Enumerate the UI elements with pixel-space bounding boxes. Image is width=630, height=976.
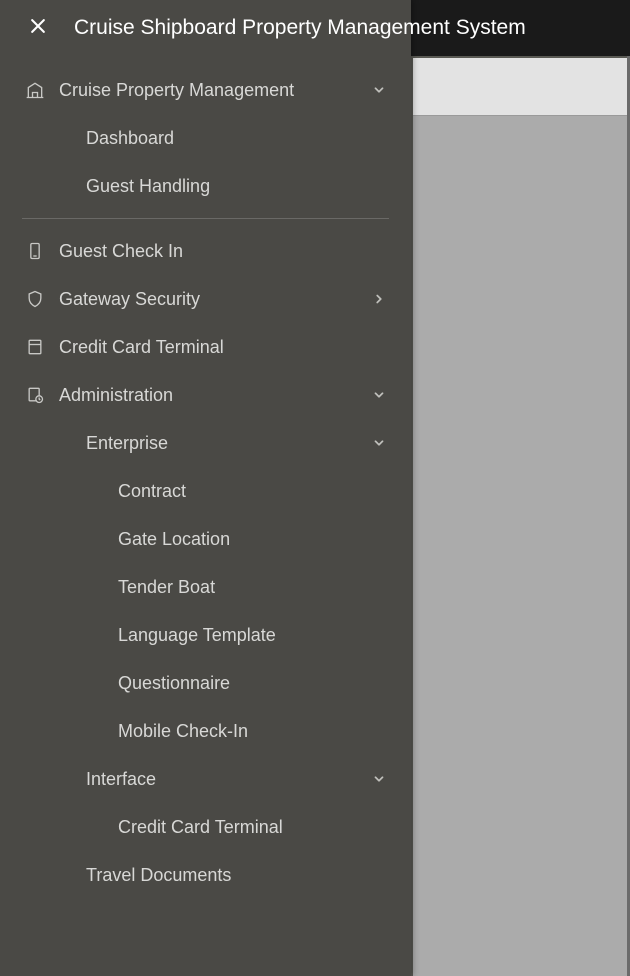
menu-item-dashboard[interactable]: Dashboard <box>0 114 411 162</box>
menu-item-tender-boat[interactable]: Tender Boat <box>0 563 411 611</box>
chevron-down-icon <box>369 385 389 405</box>
sidebar-header: Cruise Shipboard Property Management Sys… <box>0 0 411 56</box>
menu-label: Language Template <box>118 625 389 646</box>
menu-item-mobile-check-in[interactable]: Mobile Check-In <box>0 707 411 755</box>
menu-label: Contract <box>118 481 389 502</box>
menu-item-interface[interactable]: Interface <box>0 755 411 803</box>
menu-label: Travel Documents <box>86 865 389 886</box>
menu-label: Credit Card Terminal <box>59 337 389 358</box>
menu-label: Cruise Property Management <box>59 80 369 101</box>
chevron-right-icon <box>369 289 389 309</box>
menu-item-questionnaire[interactable]: Questionnaire <box>0 659 411 707</box>
menu-label: Questionnaire <box>118 673 389 694</box>
menu-item-enterprise[interactable]: Enterprise <box>0 419 411 467</box>
content-header-strip <box>413 58 627 116</box>
menu-label: Administration <box>59 385 369 406</box>
menu-label: Credit Card Terminal <box>118 817 389 838</box>
menu-label: Guest Check In <box>59 241 389 262</box>
chevron-down-icon <box>369 433 389 453</box>
admin-icon <box>25 385 45 405</box>
menu-item-interface-credit-card-terminal[interactable]: Credit Card Terminal <box>0 803 411 851</box>
app-title: Cruise Shipboard Property Management Sys… <box>74 16 526 40</box>
menu-label: Interface <box>86 769 369 790</box>
menu-label: Gate Location <box>118 529 389 550</box>
chevron-down-icon <box>369 769 389 789</box>
chevron-down-icon <box>369 80 389 100</box>
menu-item-language-template[interactable]: Language Template <box>0 611 411 659</box>
sidebar: Cruise Shipboard Property Management Sys… <box>0 0 411 976</box>
shield-icon <box>25 289 45 309</box>
menu-label: Enterprise <box>86 433 369 454</box>
terminal-icon <box>25 337 45 357</box>
menu-label: Gateway Security <box>59 289 369 310</box>
menu-item-gate-location[interactable]: Gate Location <box>0 515 411 563</box>
close-button[interactable] <box>20 10 56 46</box>
menu-item-travel-documents[interactable]: Travel Documents <box>0 851 411 899</box>
menu-label: Dashboard <box>86 128 389 149</box>
building-icon <box>25 80 45 100</box>
menu-label: Mobile Check-In <box>118 721 389 742</box>
mobile-icon <box>25 241 45 261</box>
menu-item-administration[interactable]: Administration <box>0 371 411 419</box>
menu-label: Guest Handling <box>86 176 389 197</box>
content-area <box>411 56 627 976</box>
menu-item-contract[interactable]: Contract <box>0 467 411 515</box>
menu: Cruise Property Management Dashboard Gue… <box>0 56 411 976</box>
menu-label: Tender Boat <box>118 577 389 598</box>
menu-item-guest-handling[interactable]: Guest Handling <box>0 162 411 210</box>
menu-item-gateway-security[interactable]: Gateway Security <box>0 275 411 323</box>
divider <box>22 218 389 219</box>
close-icon <box>28 16 48 41</box>
menu-item-credit-card-terminal[interactable]: Credit Card Terminal <box>0 323 411 371</box>
menu-item-guest-check-in[interactable]: Guest Check In <box>0 227 411 275</box>
menu-item-cruise-property-management[interactable]: Cruise Property Management <box>0 66 411 114</box>
